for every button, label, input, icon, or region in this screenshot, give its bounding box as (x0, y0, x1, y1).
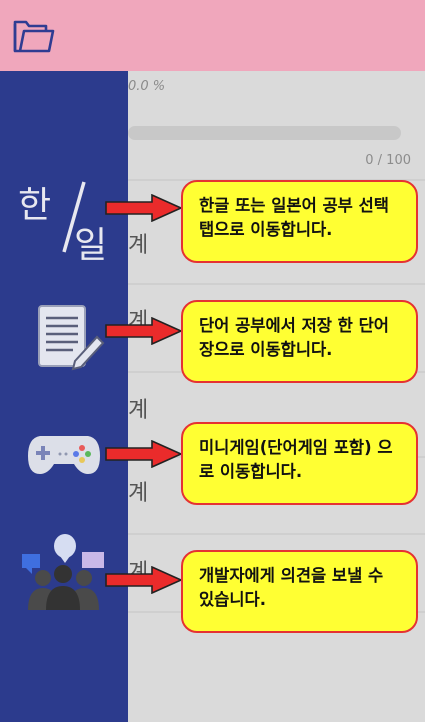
list-item-word: 계 (128, 233, 149, 258)
list-item-word: 계 (128, 398, 149, 423)
progress-bar (128, 126, 401, 140)
progress-percent: 0.0 % (128, 79, 166, 94)
navigation-sidebar (0, 71, 128, 722)
list-divider (128, 533, 425, 535)
list-item-word: 계 (128, 481, 149, 506)
gamepad-icon[interactable] (26, 430, 102, 478)
notepad-pencil-icon[interactable] (35, 303, 105, 371)
tooltip-language-tab: 한글 또는 일본어 공부 선택 탭으로 이동합니다. (181, 180, 418, 263)
feedback-people-icon[interactable] (18, 532, 108, 612)
list-divider (128, 283, 425, 285)
tooltip-feedback: 개발자에게 의견을 보낼 수 있습니다. (181, 550, 418, 633)
tooltip-minigame: 미니게임(단어게임 포함) 으로 이동합니다. (181, 422, 418, 505)
folder-icon[interactable] (12, 16, 56, 56)
hangul-glyph: 한 (18, 185, 52, 226)
arrow-right-icon (105, 317, 183, 345)
arrow-right-icon (105, 566, 183, 594)
top-app-bar (0, 0, 425, 71)
progress-count: 0 / 100 (365, 153, 411, 168)
arrow-right-icon (105, 440, 183, 468)
hangul-japanese-toggle-icon[interactable]: 한 일 (14, 176, 114, 266)
arrow-right-icon (105, 194, 183, 222)
tooltip-wordbook: 단어 공부에서 저장 한 단어장으로 이동합니다. (181, 300, 418, 383)
japanese-glyph: 일 (74, 225, 108, 266)
